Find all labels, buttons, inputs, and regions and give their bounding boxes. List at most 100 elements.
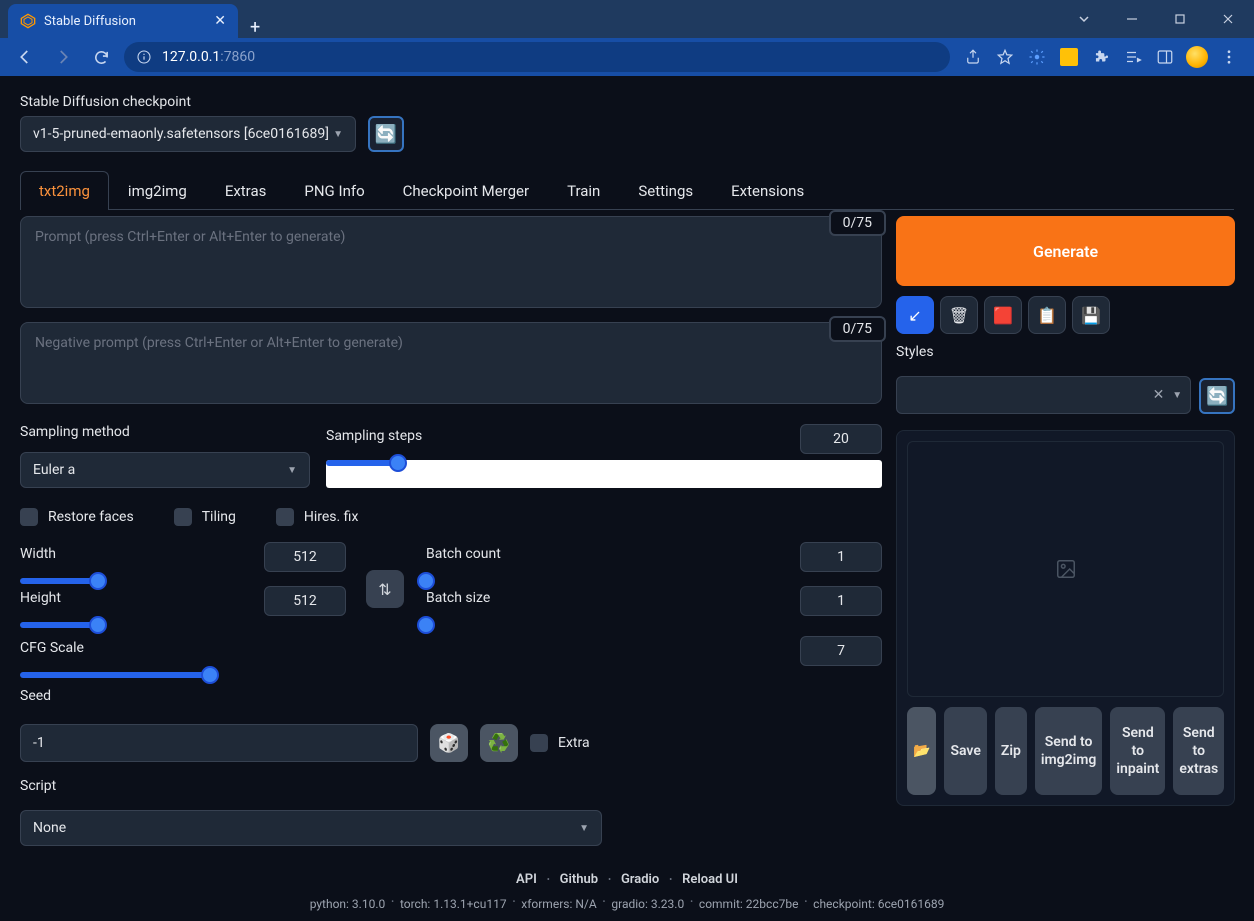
prompt-counter: 0/75: [829, 210, 886, 236]
window-controls: [1062, 4, 1254, 34]
url-bar[interactable]: 127.0.0.1:7860: [124, 42, 950, 72]
send-to-extras-button[interactable]: Send to extras: [1173, 707, 1224, 795]
forward-button[interactable]: [48, 42, 78, 72]
script-select[interactable]: None ▼: [20, 810, 602, 846]
sidepanel-icon[interactable]: [1150, 42, 1180, 72]
close-window-button[interactable]: [1206, 4, 1250, 34]
generate-button[interactable]: Generate: [896, 216, 1235, 286]
restore-faces-check[interactable]: Restore faces: [20, 508, 134, 526]
reload-button[interactable]: [86, 42, 116, 72]
back-button[interactable]: [10, 42, 40, 72]
tab-close-icon[interactable]: ✕: [214, 13, 226, 29]
ext-yellow-icon[interactable]: [1054, 42, 1084, 72]
share-icon[interactable]: [958, 42, 988, 72]
sampling-steps-slider[interactable]: [326, 460, 882, 488]
star-icon[interactable]: [990, 42, 1020, 72]
chevron-down-icon: ▼: [333, 129, 343, 140]
clear-styles-icon[interactable]: ✕: [1153, 387, 1165, 403]
new-tab-button[interactable]: +: [238, 17, 272, 38]
cfg-value[interactable]: 7: [800, 636, 882, 666]
left-column: 0/75 0/75 Sampling method Euler a ▼ Sam: [20, 216, 882, 846]
tab-extras[interactable]: Extras: [206, 171, 286, 210]
tab-strip: Stable Diffusion ✕ +: [0, 0, 272, 38]
favicon-icon: [20, 13, 36, 29]
footer-link-gradio[interactable]: Gradio: [621, 872, 659, 887]
chevron-down-icon[interactable]: [1062, 4, 1106, 34]
refresh-checkpoint-button[interactable]: 🔄: [368, 116, 404, 152]
sampling-steps-label: Sampling steps: [326, 428, 422, 444]
tab-img2img[interactable]: img2img: [109, 171, 206, 210]
arrow-icon: ↙: [908, 306, 921, 325]
tab-txt2img[interactable]: txt2img: [20, 171, 109, 210]
hires-fix-check[interactable]: Hires. fix: [276, 508, 359, 526]
checkpoint-label: Stable Diffusion checkpoint: [20, 94, 1234, 110]
maximize-button[interactable]: [1158, 4, 1202, 34]
sampling-method-label: Sampling method: [20, 424, 310, 440]
playlist-icon[interactable]: [1118, 42, 1148, 72]
batch-size-value[interactable]: 1: [800, 586, 882, 616]
menu-icon[interactable]: [1214, 42, 1244, 72]
batch-count-label: Batch count: [426, 546, 501, 562]
seed-input[interactable]: -1: [20, 724, 418, 762]
tab-train[interactable]: Train: [548, 171, 619, 210]
output-panel: 📂 Save Zip Send to img2img Send to inpai…: [896, 430, 1235, 806]
footer: API• Github• Gradio• Reload UI python: 3…: [20, 872, 1234, 911]
script-label: Script: [20, 778, 882, 794]
tiling-check[interactable]: Tiling: [174, 508, 236, 526]
chevron-down-icon: ▼: [1172, 390, 1182, 401]
style-red-button[interactable]: 🟥: [984, 296, 1022, 334]
output-preview: [907, 441, 1224, 697]
trash-icon: 🗑: [949, 306, 969, 325]
zip-button[interactable]: Zip: [995, 707, 1027, 795]
right-column: Generate ↙ 🗑 🟥 📋 💾 Styles ✕ ▼ 🔄: [896, 216, 1235, 846]
styles-label: Styles: [896, 344, 1235, 360]
extensions-icon[interactable]: [1086, 42, 1116, 72]
send-to-inpaint-button[interactable]: Send to inpaint: [1110, 707, 1165, 795]
dice-icon: 🎲: [438, 733, 460, 754]
negative-prompt-input[interactable]: [20, 322, 882, 404]
action-icons: ↙ 🗑 🟥 📋 💾: [896, 296, 1235, 334]
clipboard-button[interactable]: 📋: [1028, 296, 1066, 334]
refresh-icon: 🔄: [375, 124, 397, 145]
ext-gear-icon[interactable]: [1022, 42, 1052, 72]
chevron-down-icon: ▼: [287, 465, 297, 476]
tab-settings[interactable]: Settings: [619, 171, 712, 210]
tab-extensions[interactable]: Extensions: [712, 171, 823, 210]
tab-checkpoint-merger[interactable]: Checkpoint Merger: [384, 171, 548, 210]
footer-link-github[interactable]: Github: [560, 872, 598, 887]
batch-count-value[interactable]: 1: [800, 542, 882, 572]
recycle-seed-button[interactable]: ♻️: [480, 724, 518, 762]
footer-link-api[interactable]: API: [516, 872, 537, 887]
refresh-styles-button[interactable]: 🔄: [1199, 378, 1235, 414]
checkpoint-value: v1-5-pruned-emaonly.safetensors [6ce0161…: [33, 126, 329, 142]
url-text: 127.0.0.1:7860: [162, 49, 255, 65]
styles-select[interactable]: ✕ ▼: [896, 376, 1191, 414]
swap-dims-button[interactable]: ⇅: [366, 570, 404, 608]
open-folder-button[interactable]: 📂: [907, 707, 936, 795]
chevron-down-icon: ▼: [579, 823, 589, 834]
avatar[interactable]: [1182, 42, 1212, 72]
sampling-method-select[interactable]: Euler a ▼: [20, 452, 310, 488]
clear-button[interactable]: 🗑: [940, 296, 978, 334]
minimize-button[interactable]: [1110, 4, 1154, 34]
height-value[interactable]: 512: [264, 586, 346, 616]
save-style-button[interactable]: 💾: [1072, 296, 1110, 334]
send-to-img2img-button[interactable]: Send to img2img: [1035, 707, 1103, 795]
width-value[interactable]: 512: [264, 542, 346, 572]
random-seed-button[interactable]: 🎲: [430, 724, 468, 762]
red-square-icon: 🟥: [993, 306, 1013, 325]
batch-size-label: Batch size: [426, 590, 490, 606]
interrogate-button[interactable]: ↙: [896, 296, 934, 334]
checkpoint-select[interactable]: v1-5-pruned-emaonly.safetensors [6ce0161…: [20, 116, 356, 152]
checks-row: Restore faces Tiling Hires. fix: [20, 508, 882, 526]
browser-titlebar: Stable Diffusion ✕ +: [0, 0, 1254, 38]
save-button[interactable]: Save: [944, 707, 986, 795]
prompt-input[interactable]: [20, 216, 882, 308]
tab-pnginfo[interactable]: PNG Info: [285, 171, 383, 210]
extra-seed-check[interactable]: Extra: [530, 734, 590, 752]
info-icon: [136, 49, 152, 65]
sampling-steps-value[interactable]: 20: [800, 424, 882, 454]
footer-link-reload[interactable]: Reload UI: [682, 872, 738, 887]
save-icon: 💾: [1081, 306, 1101, 325]
browser-tab[interactable]: Stable Diffusion ✕: [8, 4, 238, 38]
